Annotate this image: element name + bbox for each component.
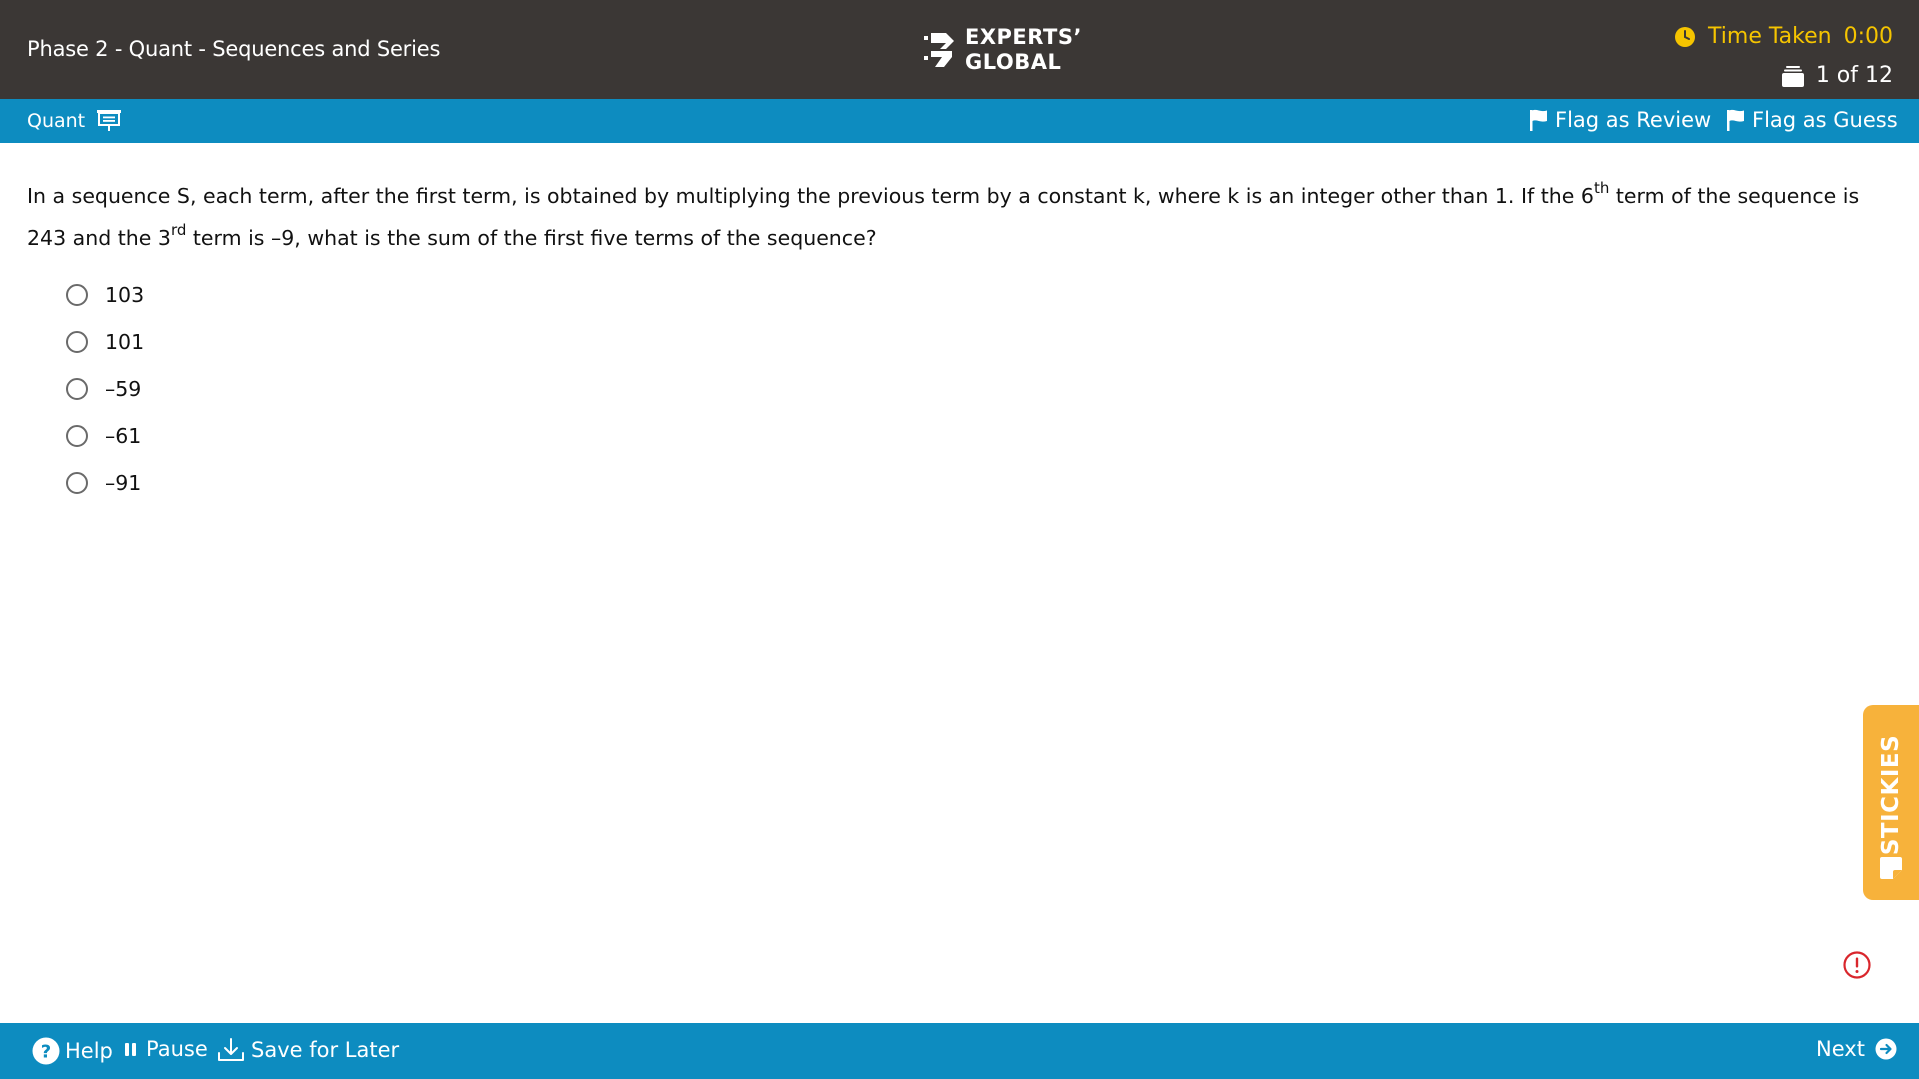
radio-button[interactable] [66,471,88,494]
section-toolbar: Quant Flag as Review Flag as Guess [0,99,1919,143]
save-for-later-button[interactable]: Save for Later [217,1037,399,1063]
pause-button[interactable]: Pause [124,1037,208,1061]
question-text-part-3: term is –9, what is the sum of the first… [186,226,877,250]
experts-global-logo: EXPERTS’ GLOBAL [921,25,1082,75]
answer-option-2[interactable]: 101 [66,318,144,365]
answer-option-label: –59 [105,376,142,401]
question-counter: 1 of 12 [1781,63,1893,88]
stickies-tab[interactable]: STICKIES [1863,705,1919,900]
answer-option-label: 103 [105,282,145,307]
section-label: Quant [27,110,122,132]
flag-as-guess-label: Flag as Guess [1752,108,1898,132]
pause-icon [125,1043,136,1056]
help-icon: ? [32,1037,60,1065]
bottom-toolbar: ? Help Pause Save for Later Next [0,1023,1919,1079]
answer-option-3[interactable]: –59 [66,365,144,412]
arrow-right-circle-icon [1875,1038,1897,1060]
stickies-label: STICKIES [1878,734,1904,856]
timer: Time Taken 0:00 [1674,24,1893,49]
exam-title: Phase 2 - Quant - Sequences and Series [27,37,441,61]
timer-label: Time Taken [1708,24,1832,49]
flag-icon [1727,109,1744,131]
flag-as-guess-button[interactable]: Flag as Guess [1727,108,1898,132]
top-header: Phase 2 - Quant - Sequences and Series E… [0,0,1919,99]
radio-button[interactable] [66,424,88,447]
question-stem: In a sequence S, each term, after the fi… [27,175,1897,259]
help-label: Help [65,1039,113,1063]
answer-options: 103 101 –59 –61 –91 [66,271,144,506]
section-name: Quant [27,110,86,132]
flag-as-review-label: Flag as Review [1555,108,1712,132]
question-text-part-1: In a sequence S, each term, after the fi… [27,184,1594,208]
next-label: Next [1816,1037,1865,1061]
question-stack-icon [1781,65,1804,87]
whiteboard-icon[interactable] [97,110,122,132]
report-issue-icon[interactable] [1842,950,1872,980]
answer-option-label: –91 [105,470,142,495]
sticky-note-icon [1880,857,1902,879]
radio-button[interactable] [66,377,88,400]
next-button[interactable]: Next [1816,1037,1897,1061]
logo-line-2: GLOBAL [965,50,1062,74]
answer-option-label: 101 [105,329,145,354]
radio-button[interactable] [66,330,88,353]
help-button[interactable]: ? Help [32,1037,113,1065]
logo-mark-icon [924,33,954,67]
timer-value: 0:00 [1843,24,1893,49]
answer-option-4[interactable]: –61 [66,412,144,459]
superscript-rd: rd [170,221,187,240]
pause-label: Pause [146,1037,208,1061]
logo-text: EXPERTS’ GLOBAL [965,25,1082,75]
superscript-th: th [1593,179,1610,198]
svg-text:?: ? [41,1042,51,1063]
answer-option-label: –61 [105,423,142,448]
answer-option-5[interactable]: –91 [66,459,144,506]
flag-as-review-button[interactable]: Flag as Review [1530,108,1711,132]
radio-button[interactable] [66,283,88,306]
logo-line-1: EXPERTS’ [965,25,1082,49]
flag-icon [1530,109,1547,131]
clock-icon [1675,26,1696,47]
download-icon [218,1038,244,1061]
answer-option-1[interactable]: 103 [66,271,144,318]
save-for-later-label: Save for Later [251,1038,400,1062]
question-counter-text: 1 of 12 [1815,63,1893,88]
